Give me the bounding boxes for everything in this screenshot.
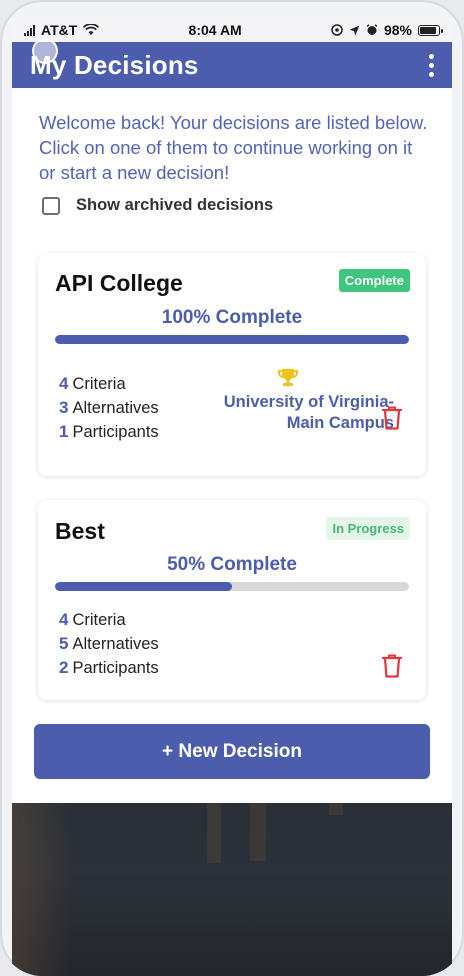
more-options-icon[interactable] [425,50,438,81]
clock: 8:04 AM [188,22,242,38]
show-archived-toggle[interactable]: Show archived decisions [42,196,273,215]
alternatives-stat: 3 Alternatives [59,398,159,417]
phone-screen: AT&T 8:04 AM 98% My Decisions Welcome ba… [0,0,464,976]
criteria-stat: 4 Criteria [59,610,126,629]
touch-indicator [32,38,58,64]
decision-stats: 4 Criteria 5 Alternatives 2 Participants [59,608,159,680]
trophy-icon [278,369,298,386]
main-content: Welcome back! Your decisions are listed … [12,88,452,803]
progress-bar [55,335,409,344]
decision-card[interactable]: Best In Progress 50% Complete 4 Criteria … [38,500,426,700]
percent-complete: 100% Complete [161,307,303,328]
decision-title: API College [55,270,183,296]
delete-decision-icon[interactable] [381,653,403,679]
status-bar: AT&T 8:04 AM 98% [12,18,452,42]
app-header: My Decisions [12,42,452,88]
alarm-icon [366,24,378,35]
screen-lock-icon [331,24,343,36]
participants-stat: 1 Participants [59,422,159,441]
status-badge: Complete [338,269,410,292]
archived-checkbox[interactable] [42,196,60,215]
progress-bar [55,582,409,591]
criteria-stat: 4 Criteria [59,374,126,393]
percent-complete: 50% Complete [167,554,297,575]
decision-stats: 4 Criteria 3 Alternatives 1 Participants [59,372,159,444]
progress-fill [55,335,409,344]
progress-fill [55,582,232,591]
winning-alternative: University of Virginia-Main Campus [223,393,394,432]
participants-stat: 2 Participants [59,658,159,677]
battery-percent: 98% [383,22,412,38]
new-decision-button[interactable]: + New Decision [34,724,430,779]
delete-decision-icon[interactable] [381,405,403,431]
background-photo [12,803,452,976]
decision-title: Best [55,518,105,544]
alternatives-stat: 5 Alternatives [59,634,159,653]
wifi-icon [83,24,100,35]
decision-card[interactable]: API College Complete 100% Complete 4 Crit… [38,253,426,476]
archived-label: Show archived decisions [76,196,274,214]
welcome-message: Welcome back! Your decisions are listed … [39,112,428,183]
location-icon [349,25,360,35]
battery-icon [418,24,443,36]
carrier-label: AT&T [41,22,78,38]
status-badge: In Progress [326,517,410,540]
signal-icon [24,24,35,36]
